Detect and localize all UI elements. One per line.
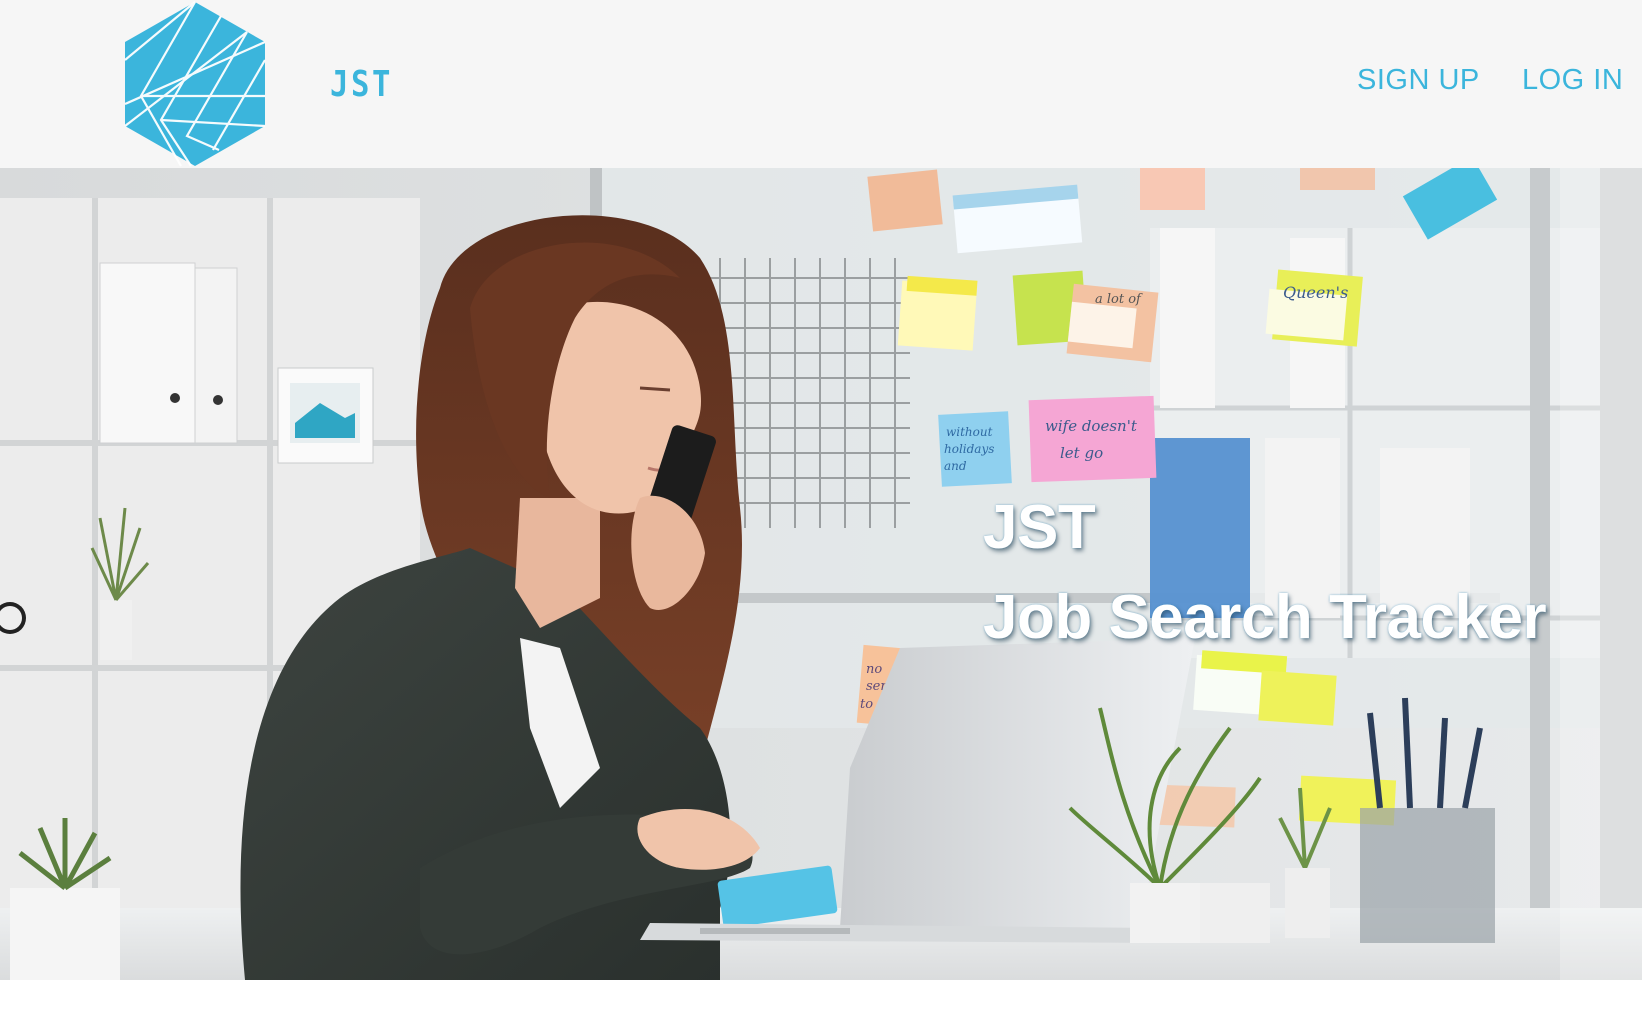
svg-text:no: no [866,662,882,677]
hero-section: wife doesn't let go without holidays and… [0,168,1642,980]
brand-name[interactable]: JST [330,64,393,105]
hero-title-line-1: JST [983,493,1096,562]
svg-text:and: and [944,459,967,473]
svg-text:wife doesn't: wife doesn't [1045,417,1138,435]
login-link[interactable]: LOG IN [1522,64,1623,97]
hexagon-logo-icon[interactable] [121,0,269,168]
svg-text:Queen's: Queen's [1283,283,1348,302]
svg-text:holidays: holidays [944,442,994,456]
top-navbar: JST SIGN UP LOG IN [0,0,1642,168]
hero-title: JST Job Search Tracker [983,483,1547,663]
svg-text:let go: let go [1060,444,1103,462]
svg-text:a lot of: a lot of [1095,292,1143,307]
hero-title-line-2: Job Search Tracker [983,583,1547,652]
svg-text:without: without [946,425,993,439]
signup-link[interactable]: SIGN UP [1357,64,1480,97]
